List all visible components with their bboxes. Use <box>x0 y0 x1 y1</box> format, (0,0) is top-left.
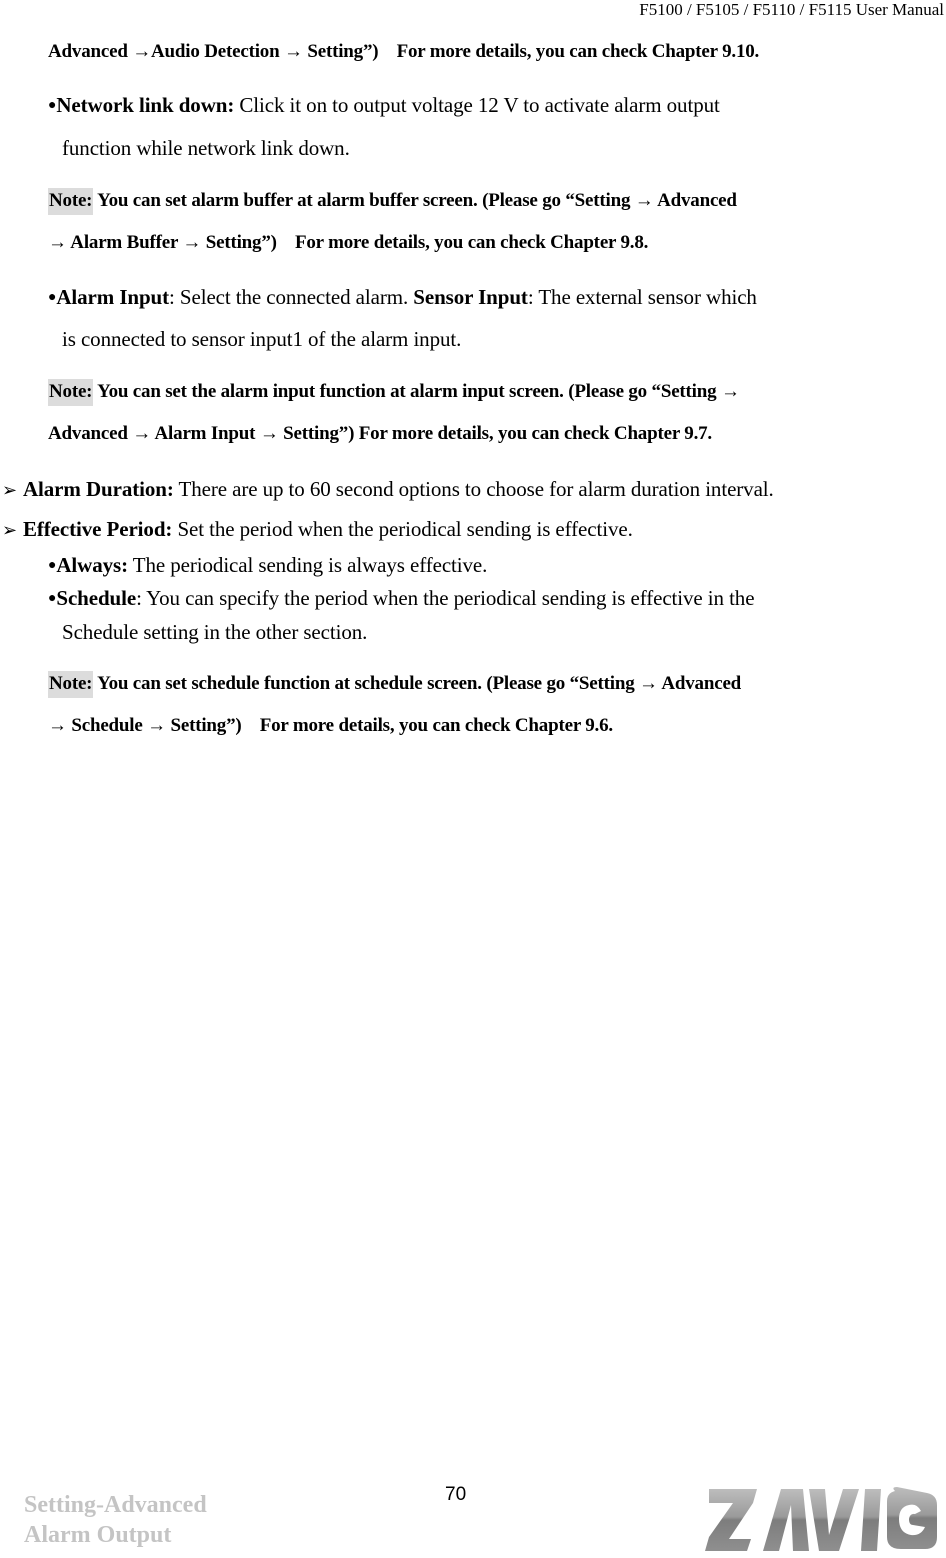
note-label: Note: <box>48 671 94 698</box>
schedule-text-cont: Schedule setting in the other section. <box>62 620 368 644</box>
network-link-down-text-cont: function while network link down. <box>62 136 350 160</box>
note-alarm-buffer-text: You can set alarm buffer at alarm buffer… <box>93 190 737 211</box>
schedule-text: : You can specify the period when the pe… <box>136 586 755 610</box>
note-alarm-buffer-text-cont: → Alarm Buffer → Setting”) For more deta… <box>48 232 649 253</box>
alarm-input-item: ●Alarm Input: Select the connected alarm… <box>48 284 757 311</box>
effective-period-text: Set the period when the periodical sendi… <box>172 517 633 541</box>
always-item: ●Always: The periodical sending is alway… <box>48 552 487 579</box>
note-schedule: Note: You can set schedule function at s… <box>48 671 742 698</box>
manual-title: F5100 / F5105 / F5110 / F5115 User Manua… <box>639 0 944 19</box>
alarm-duration-item: ➢ Alarm Duration: There are up to 60 seco… <box>2 476 774 503</box>
sensor-input-label: Sensor Input <box>413 285 528 309</box>
note-alarm-input-text-cont: Advanced → Alarm Input → Setting”) For m… <box>48 423 712 444</box>
network-link-down-item: ●Network link down: Click it on to outpu… <box>48 92 720 119</box>
footer-section-label: Setting-Advanced Alarm Output <box>24 1490 324 1550</box>
schedule-label: Schedule <box>56 586 137 610</box>
effective-period-item: ➢ Effective Period: Set the period when t… <box>2 516 633 543</box>
network-link-down-text: Click it on to output voltage 12 V to ac… <box>234 93 720 117</box>
note-alarm-input: Note: You can set the alarm input functi… <box>48 379 740 406</box>
effective-period-label: Effective Period: <box>22 517 173 541</box>
alarm-input-text: : Select the connected alarm. <box>169 285 414 309</box>
arrow-bullet-icon: ➢ <box>2 520 17 540</box>
page-number: 70 <box>445 1484 467 1505</box>
sensor-input-text: : The external sensor which <box>527 285 757 309</box>
always-label: Always: <box>56 553 128 577</box>
always-text: The periodical sending is always effecti… <box>128 553 488 577</box>
continuation-text: Advanced →Audio Detection → Setting”) Fo… <box>48 41 760 62</box>
note-alarm-buffer: Note: You can set alarm buffer at alarm … <box>48 188 737 215</box>
alarm-duration-text: There are up to 60 second options to cho… <box>173 477 774 501</box>
alarm-input-label: Alarm Input <box>56 285 170 309</box>
note-schedule-text-cont: → Schedule → Setting”) For more details,… <box>48 715 613 736</box>
note-alarm-input-text: You can set the alarm input function at … <box>93 381 740 402</box>
footer-section-line1: Setting-Advanced <box>24 1492 207 1518</box>
network-link-down-label: Network link down: <box>56 93 235 117</box>
schedule-item: ●Schedule: You can specify the period wh… <box>48 585 755 612</box>
note-schedule-text: You can set schedule function at schedul… <box>93 673 742 694</box>
note-label: Note: <box>48 188 94 215</box>
note-label: Note: <box>48 379 94 406</box>
arrow-bullet-icon: ➢ <box>2 480 17 500</box>
zavio-logo-icon <box>705 1483 941 1553</box>
alarm-input-text-cont: is connected to sensor input1 of the ala… <box>62 327 462 351</box>
alarm-duration-label: Alarm Duration: <box>22 477 174 501</box>
footer-section-line2: Alarm Output <box>24 1522 172 1548</box>
